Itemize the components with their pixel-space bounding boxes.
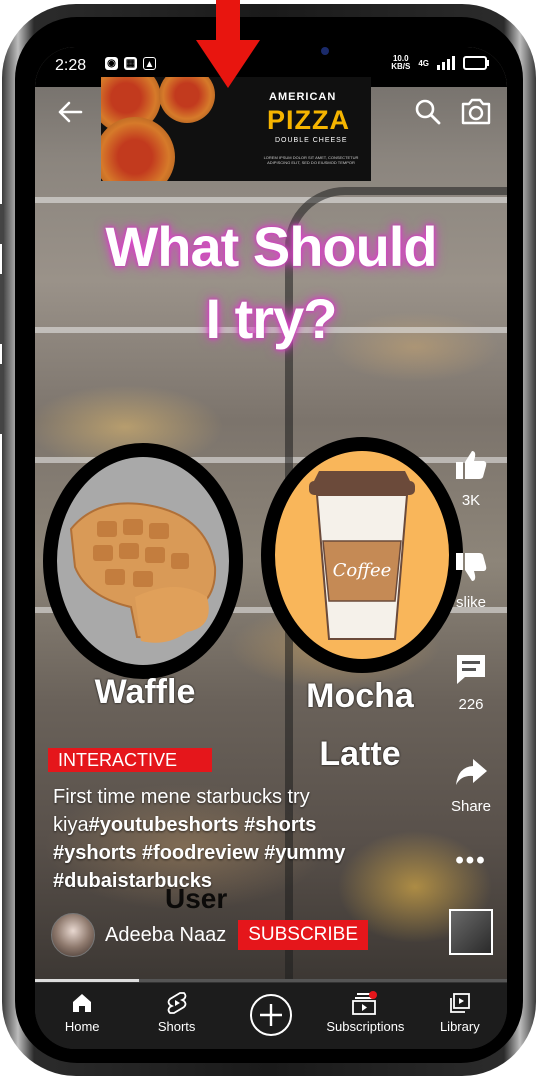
image-icon: ▲: [143, 57, 156, 70]
nav-subscriptions-label: Subscriptions: [326, 1019, 405, 1034]
subscribe-button[interactable]: SUBSCRIBE: [238, 920, 369, 950]
waffle-option[interactable]: [43, 443, 243, 679]
ad-line3: DOUBLE CHEESE: [275, 137, 348, 144]
nav-subscriptions[interactable]: Subscriptions: [318, 983, 412, 1049]
status-right: 10.0 KB/S 4G: [391, 54, 489, 71]
nav-shorts[interactable]: Shorts: [129, 983, 223, 1049]
nav-home-label: Home: [64, 1019, 100, 1034]
ad-fine-print: LOREM IPSUM DOLOR SIT AMET, CONSECTETUR …: [263, 155, 359, 165]
poll-question: What Should I try?: [35, 217, 507, 349]
option-b-line2: Latte: [319, 735, 401, 773]
share-button[interactable]: Share: [443, 753, 499, 815]
mocha-latte-option[interactable]: Coffee: [261, 437, 463, 673]
ad-line1: AMERICAN: [269, 91, 337, 103]
battery-icon: [463, 56, 489, 70]
ad-line2: PIZZA: [267, 105, 350, 135]
shorts-screen[interactable]: 2:28 ◉ ▦ ▲ 10.0 KB/S 4G AMERICAN PIZZA DO…: [35, 47, 507, 1049]
user-overlay-text: User: [165, 883, 228, 914]
like-button[interactable]: 3K: [443, 447, 499, 509]
dislike-button[interactable]: slike: [443, 549, 499, 611]
headline-line2: I try?: [205, 287, 338, 350]
pizza-ad-banner[interactable]: AMERICAN PIZZA DOUBLE CHEESE LOREM IPSUM…: [101, 77, 371, 181]
channel-row: Adeeba Naaz SUBSCRIBE: [51, 913, 369, 957]
share-icon: [456, 759, 487, 785]
front-camera: [321, 47, 329, 55]
bottom-nav: Home Shorts Subscriptions Library: [35, 982, 507, 1049]
sound-thumbnail[interactable]: [449, 909, 493, 955]
volume-down-button: [0, 364, 4, 434]
status-time: 2:28: [55, 57, 87, 74]
more-options-icon[interactable]: •••: [443, 847, 499, 875]
create-plus-icon: [250, 993, 293, 1036]
nav-home[interactable]: Home: [35, 983, 129, 1049]
channel-name[interactable]: Adeeba Naaz: [105, 924, 226, 947]
net-speed: 10.0 KB/S: [391, 54, 411, 71]
caption-hashtags[interactable]: #youtubeshorts #shorts #yshorts #foodrev…: [53, 814, 345, 892]
avatar[interactable]: [51, 913, 95, 957]
red-arrow-icon: [196, 0, 260, 88]
option-a-label: Waffle: [94, 673, 196, 711]
nav-create[interactable]: [224, 983, 318, 1049]
caption-text-2: kiya: [53, 814, 89, 836]
back-arrow-icon[interactable]: [55, 97, 85, 127]
option-b-line1: Mocha: [306, 677, 414, 715]
nav-library-label: Library: [439, 1019, 480, 1034]
network-type: 4G: [418, 58, 429, 68]
thumbs-down-icon: [456, 553, 487, 581]
caption-text: First time mene starbucks try: [53, 786, 310, 808]
interactive-badge: INTERACTIVE: [48, 748, 212, 772]
option-b-label: Mocha Latte: [285, 667, 435, 783]
pizza-image: [101, 117, 175, 181]
signal-icon: [437, 56, 455, 70]
camera-icon[interactable]: [459, 95, 493, 127]
nav-shorts-label: Shorts: [157, 1019, 196, 1034]
comment-icon: [457, 655, 485, 684]
coffee-cup-icon: Coffee: [309, 471, 415, 640]
headline-line1: What Should: [105, 215, 437, 278]
comments-button[interactable]: 226: [443, 651, 499, 713]
volume-up-button: [0, 274, 4, 344]
nav-library[interactable]: Library: [413, 983, 507, 1049]
notification-icons: ◉ ▦ ▲: [105, 57, 156, 70]
share-label: Share: [450, 798, 492, 815]
whatsapp-icon: ◉: [105, 57, 118, 70]
comment-count: 226: [458, 696, 484, 713]
cup-label: Coffee: [333, 560, 392, 581]
like-count: 3K: [461, 492, 481, 509]
video-caption[interactable]: First time mene starbucks try kiya#youtu…: [53, 783, 403, 895]
thumbs-up-icon: [456, 451, 487, 479]
subscriptions-icon: [352, 991, 378, 1015]
library-icon: [449, 993, 470, 1013]
search-icon[interactable]: [413, 97, 443, 127]
shorts-icon: [167, 992, 187, 1014]
home-icon: [73, 994, 92, 1012]
news-icon: ▦: [124, 57, 137, 70]
dislike-label: slike: [455, 594, 486, 611]
waffle-icon: [69, 502, 217, 643]
side-button: [0, 204, 4, 244]
